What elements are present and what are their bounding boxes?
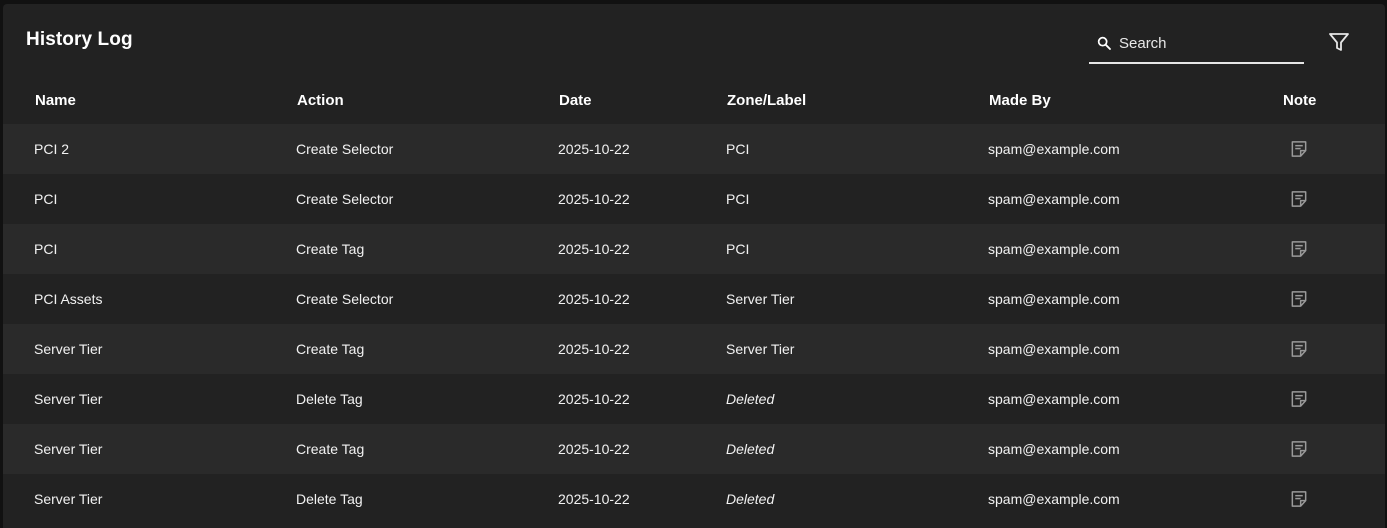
cell-name: Server Tier — [34, 391, 103, 407]
cell-zone-label: PCI — [726, 191, 750, 207]
table-row[interactable]: Server Tier Delete Tag 2025-10-22 Deleted sp… — [3, 474, 1385, 524]
cell-name: PCI 2 — [34, 141, 70, 157]
cell-name: PCI Assets — [34, 291, 103, 307]
search-box[interactable] — [1089, 24, 1304, 64]
cell-date: 2025-10-22 — [558, 491, 630, 507]
cell-date: 2025-10-22 — [558, 241, 630, 257]
cell-zone-label: Server Tier — [726, 341, 795, 357]
note-icon[interactable] — [1289, 389, 1309, 409]
cell-date: 2025-10-22 — [558, 341, 630, 357]
history-log-panel: History Log Name Action Date Zone/Label … — [3, 4, 1385, 528]
cell-action: Create Tag — [296, 341, 365, 357]
column-header-note: Note — [1283, 92, 1317, 109]
cell-made-by: spam@example.com — [988, 141, 1120, 157]
cell-made-by: spam@example.com — [988, 391, 1120, 407]
cell-action: Create Selector — [296, 191, 394, 207]
column-header-name[interactable]: Name — [35, 92, 76, 109]
table-row[interactable]: PCI Assets Create Selector 2025-10-22 Serve… — [3, 274, 1385, 324]
table-body: PCI 2 Create Selector 2025-10-22 PCI spam@ex… — [3, 124, 1385, 524]
column-header-zone-label[interactable]: Zone/Label — [727, 92, 806, 109]
cell-made-by: spam@example.com — [988, 341, 1120, 357]
table-row[interactable]: Server Tier Create Tag 2025-10-22 Deleted sp… — [3, 424, 1385, 474]
cell-name: PCI — [34, 241, 58, 257]
note-icon[interactable] — [1289, 189, 1309, 209]
column-header-date[interactable]: Date — [559, 92, 592, 109]
cell-date: 2025-10-22 — [558, 291, 630, 307]
cell-action: Create Selector — [296, 291, 394, 307]
table-row[interactable]: PCI Create Selector 2025-10-22 PCI spam@exam… — [3, 174, 1385, 224]
cell-action: Delete Tag — [296, 491, 363, 507]
table-row[interactable]: Server Tier Delete Tag 2025-10-22 Deleted sp… — [3, 374, 1385, 424]
filter-button[interactable] — [1325, 30, 1353, 58]
note-icon[interactable] — [1289, 139, 1309, 159]
table-header: Name Action Date Zone/Label Made By Note — [3, 84, 1385, 124]
cell-action: Delete Tag — [296, 391, 363, 407]
table-row[interactable]: PCI Create Tag 2025-10-22 PCI spam@example.c… — [3, 224, 1385, 274]
cell-name: Server Tier — [34, 491, 103, 507]
cell-name: Server Tier — [34, 341, 103, 357]
table-row[interactable]: Server Tier Create Tag 2025-10-22 Server Ti… — [3, 324, 1385, 374]
cell-made-by: spam@example.com — [988, 441, 1120, 457]
cell-name: PCI — [34, 191, 58, 207]
search-input[interactable] — [1119, 34, 1299, 52]
note-icon[interactable] — [1289, 289, 1309, 309]
cell-date: 2025-10-22 — [558, 141, 630, 157]
cell-zone-label: Server Tier — [726, 291, 795, 307]
page-title: History Log — [26, 29, 133, 50]
cell-action: Create Tag — [296, 441, 365, 457]
cell-date: 2025-10-22 — [558, 191, 630, 207]
note-icon[interactable] — [1289, 339, 1309, 359]
note-icon[interactable] — [1289, 439, 1309, 459]
cell-action: Create Tag — [296, 241, 365, 257]
cell-date: 2025-10-22 — [558, 441, 630, 457]
cell-zone-label: Deleted — [726, 441, 775, 457]
cell-zone-label: Deleted — [726, 391, 775, 407]
cell-made-by: spam@example.com — [988, 291, 1120, 307]
cell-action: Create Selector — [296, 141, 394, 157]
cell-made-by: spam@example.com — [988, 191, 1120, 207]
note-icon[interactable] — [1289, 239, 1309, 259]
cell-made-by: spam@example.com — [988, 241, 1120, 257]
table-row[interactable]: PCI 2 Create Selector 2025-10-22 PCI spam@ex… — [3, 124, 1385, 174]
filter-icon — [1327, 30, 1351, 59]
cell-zone-label: Deleted — [726, 491, 775, 507]
search-icon — [1095, 34, 1113, 52]
note-icon[interactable] — [1289, 489, 1309, 509]
cell-date: 2025-10-22 — [558, 391, 630, 407]
cell-zone-label: PCI — [726, 141, 750, 157]
cell-name: Server Tier — [34, 441, 103, 457]
cell-made-by: spam@example.com — [988, 491, 1120, 507]
cell-zone-label: PCI — [726, 241, 750, 257]
column-header-action[interactable]: Action — [297, 92, 344, 109]
column-header-made-by[interactable]: Made By — [989, 92, 1051, 109]
